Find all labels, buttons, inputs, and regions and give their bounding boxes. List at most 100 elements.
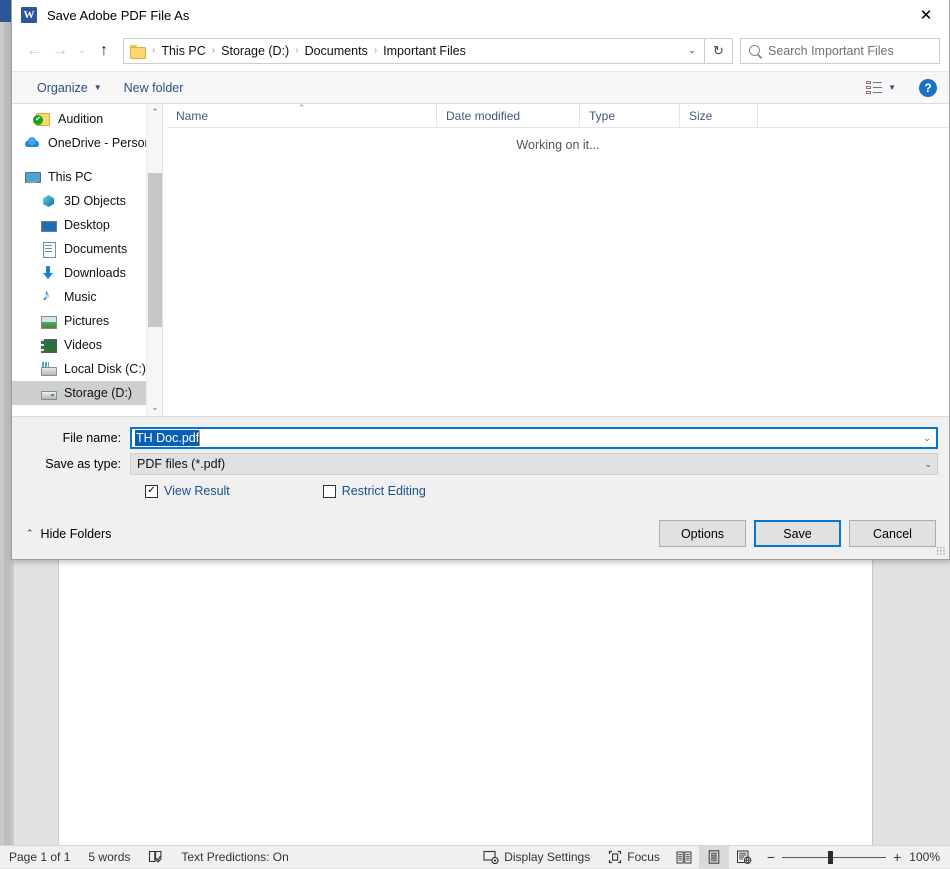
sidebar-item-local-disk-c[interactable]: Local Disk (C:) [12, 357, 162, 381]
sidebar-item-label: Videos [64, 338, 102, 352]
address-bar[interactable]: › This PC › Storage (D:) › Documents › I… [123, 37, 705, 64]
breadcrumb-item-this-pc[interactable]: This PC [161, 44, 205, 58]
restrict-editing-checkbox[interactable]: Restrict Editing [322, 484, 426, 498]
new-folder-button[interactable]: New folder [113, 75, 195, 101]
breadcrumb-separator[interactable]: › [289, 45, 304, 56]
status-word-count[interactable]: 5 words [79, 846, 139, 869]
zoom-in-button[interactable]: + [893, 850, 901, 864]
footer-button-group: Options Save Cancel [659, 520, 936, 547]
dialog-footer: ⌃ Hide Folders Options Save Cancel [12, 508, 949, 559]
scroll-up-icon[interactable]: ⌃ [147, 104, 162, 121]
column-header-size[interactable]: Size [680, 104, 758, 127]
chevron-down-icon[interactable]: ⌄ [924, 459, 932, 470]
sidebar-item-videos[interactable]: Videos [12, 333, 162, 357]
folder-icon [130, 44, 146, 59]
sidebar-item-documents[interactable]: Documents [12, 237, 162, 261]
scrollbar-thumb[interactable] [148, 173, 162, 327]
text-predictions-status[interactable]: Text Predictions: On [172, 846, 297, 869]
checkbox-box[interactable]: ✓ [145, 484, 158, 498]
sidebar-item-audition[interactable]: Audition [12, 107, 162, 131]
column-header-label: Name [176, 108, 209, 123]
hide-folders-button[interactable]: ⌃ Hide Folders [26, 527, 111, 541]
proofing-icon[interactable] [139, 846, 172, 869]
sidebar-item-music[interactable]: Music [12, 285, 162, 309]
sidebar-item-label: Desktop [64, 218, 110, 232]
refresh-icon[interactable]: ↻ [705, 37, 733, 64]
display-settings-button[interactable]: Display Settings [474, 846, 599, 869]
sidebar-item-downloads[interactable]: Downloads [12, 261, 162, 285]
breadcrumb-item-documents[interactable]: Documents [305, 44, 368, 58]
dialog-form-area: File name: TH Doc.pdf ⌄ Save as type: PD… [12, 416, 949, 508]
proofing-book-icon [149, 850, 162, 863]
restrict-editing-label: Restrict Editing [341, 484, 426, 498]
chevron-up-icon: ⌃ [26, 528, 34, 538]
file-name-input[interactable]: TH Doc.pdf ⌄ [130, 427, 938, 449]
zoom-slider-thumb[interactable] [828, 850, 834, 864]
file-name-label: File name: [62, 431, 121, 445]
search-input[interactable]: Search Important Files [740, 37, 940, 64]
sidebar-item-onedrive[interactable]: OneDrive - Personal [12, 131, 162, 155]
back-button[interactable]: ← [21, 38, 47, 64]
save-button[interactable]: Save [754, 520, 841, 547]
status-page-indicator[interactable]: Page 1 of 1 [0, 846, 79, 869]
recent-locations-button[interactable]: ⌄ [73, 38, 91, 64]
column-header-date-modified[interactable]: Date modified [437, 104, 580, 127]
scroll-down-icon[interactable]: ⌄ [147, 399, 162, 416]
sidebar-item-desktop[interactable]: Desktop [12, 213, 162, 237]
organize-label: Organize [37, 80, 88, 95]
zoom-slider-control[interactable]: − + [759, 850, 909, 864]
breadcrumb-separator[interactable]: › [206, 45, 221, 56]
sidebar-item-storage-d[interactable]: Storage (D:) [12, 381, 162, 405]
checkbox-box[interactable] [322, 484, 336, 498]
column-header-name[interactable]: ⌃ Name [167, 103, 437, 127]
zoom-percentage[interactable]: 100% [909, 850, 950, 864]
view-list-icon [866, 81, 882, 94]
text-predictions-label: Text Predictions: On [181, 850, 289, 864]
save-as-type-select[interactable]: PDF files (*.pdf) ⌄ [130, 453, 938, 475]
options-button[interactable]: Options [659, 520, 746, 547]
folder-check-icon [33, 111, 50, 127]
search-icon [746, 42, 763, 59]
change-view-button[interactable]: ▼ [859, 75, 903, 101]
breadcrumb-separator[interactable]: › [368, 45, 383, 56]
breadcrumb-separator[interactable]: › [146, 45, 161, 56]
local-disk-icon [40, 361, 57, 377]
view-result-checkbox[interactable]: ✓ View Result [145, 484, 230, 498]
zoom-slider-track[interactable] [782, 850, 887, 864]
resize-grip[interactable] [936, 546, 946, 556]
computer-icon [24, 169, 41, 185]
sidebar-item-this-pc[interactable]: This PC [12, 165, 162, 189]
sidebar-item-3d-objects[interactable]: 3D Objects [12, 189, 162, 213]
breadcrumb-item-storage-d[interactable]: Storage (D:) [221, 44, 289, 58]
organize-button[interactable]: Organize ▼ [26, 75, 113, 101]
music-note-icon [40, 287, 56, 305]
focus-label: Focus [627, 850, 660, 864]
word-document-page[interactable] [58, 548, 873, 845]
view-print-layout-button[interactable] [698, 845, 729, 869]
cancel-button[interactable]: Cancel [849, 520, 936, 547]
sidebar-item-label: Local Disk (C:) [64, 362, 146, 376]
chevron-down-icon[interactable]: ⌄ [682, 39, 702, 63]
cube-icon [40, 193, 56, 209]
column-header-type[interactable]: Type [580, 104, 680, 127]
close-icon[interactable]: ✕ [903, 0, 949, 30]
up-one-level-button[interactable]: ↑ [91, 38, 117, 64]
breadcrumb-item-important-files[interactable]: Important Files [383, 44, 466, 58]
cloud-icon [24, 135, 40, 151]
sidebar-scrollbar[interactable]: ⌃ ⌄ [146, 104, 162, 416]
view-web-layout-button[interactable] [729, 846, 759, 869]
file-name-value: TH Doc.pdf [135, 430, 200, 446]
dialog-title-bar[interactable]: W Save Adobe PDF File As ✕ [12, 0, 949, 30]
file-list-pane[interactable]: ⌃ Name Date modified Type Size Working o… [167, 103, 949, 416]
zoom-out-button[interactable]: − [767, 850, 775, 864]
save-as-type-row: Save as type: PDF files (*.pdf) ⌄ [12, 453, 949, 475]
view-read-mode-button[interactable] [669, 846, 699, 869]
web-layout-icon [736, 850, 752, 864]
column-header-label: Type [589, 108, 616, 123]
focus-mode-button[interactable]: Focus [599, 846, 669, 869]
chevron-down-icon[interactable]: ⌄ [923, 433, 931, 444]
file-name-row: File name: TH Doc.pdf ⌄ [12, 427, 949, 449]
forward-button[interactable]: → [47, 38, 73, 64]
help-button[interactable]: ? [919, 78, 937, 97]
sidebar-item-pictures[interactable]: Pictures [12, 309, 162, 333]
